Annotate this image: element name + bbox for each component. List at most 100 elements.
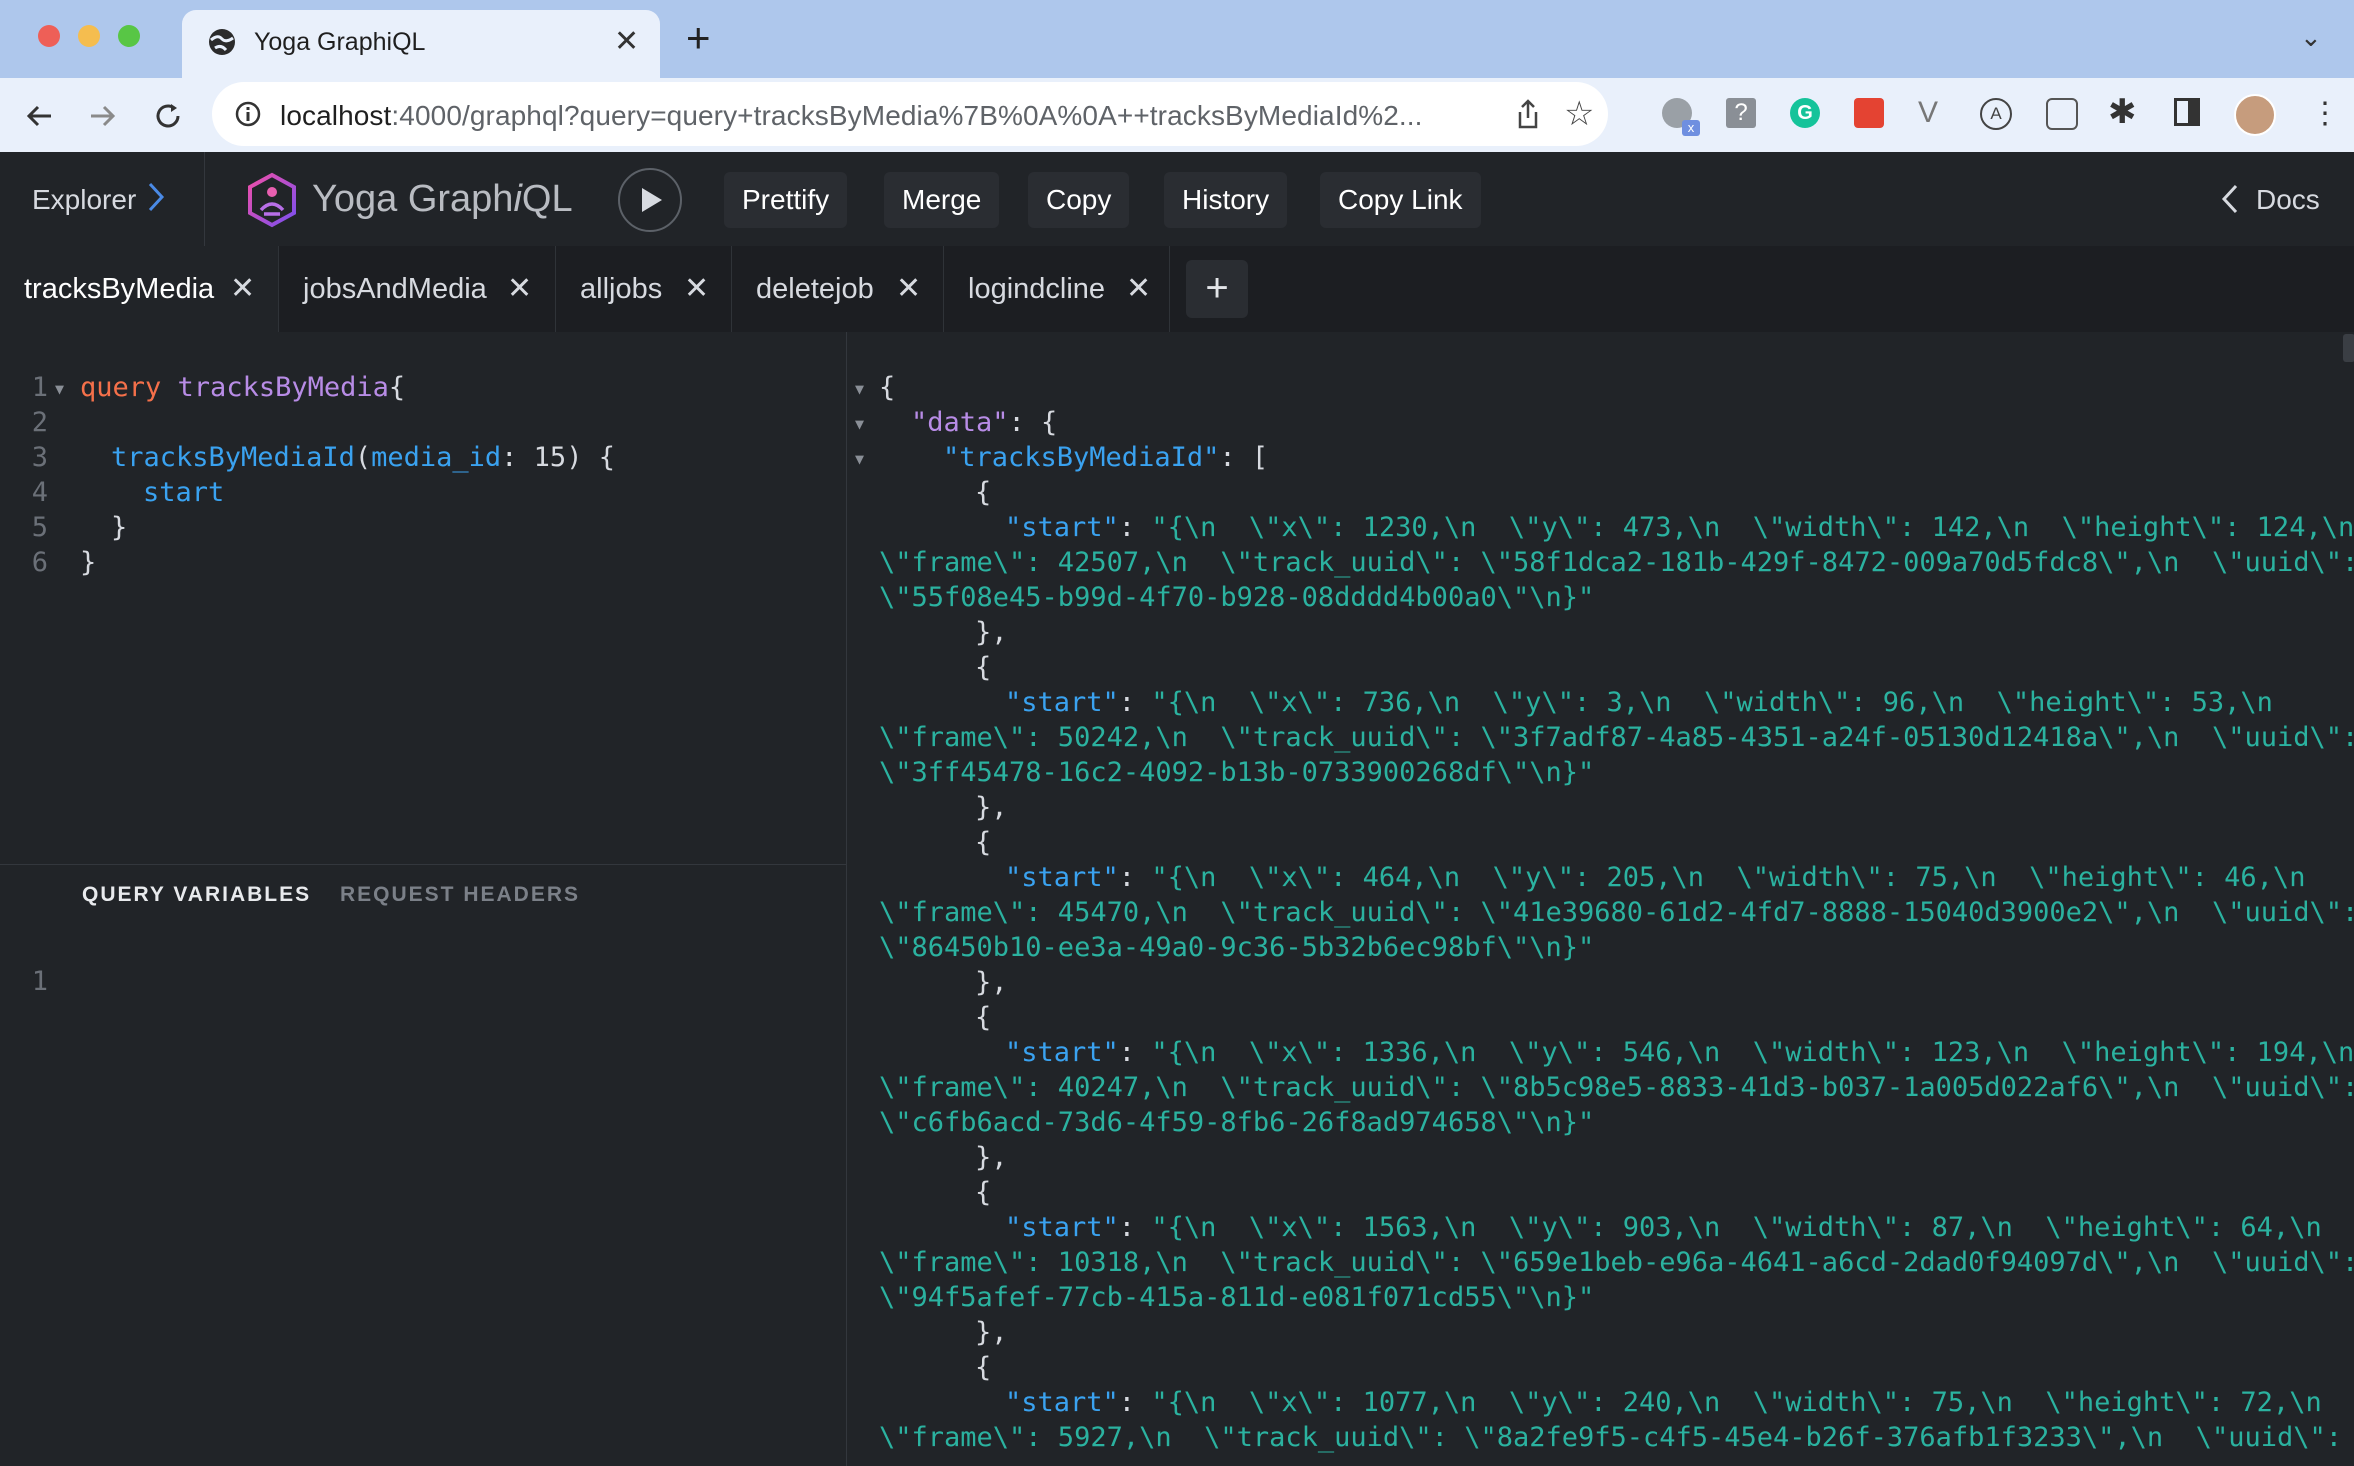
close-tab-icon[interactable]: ✕ <box>1126 246 1151 332</box>
history-button[interactable]: History <box>1164 172 1288 228</box>
json-brace: }, <box>975 1142 1008 1173</box>
json-brace: { <box>975 477 992 508</box>
code-line: start <box>143 477 225 508</box>
fold-arrow-icon[interactable]: ▼ <box>855 450 864 468</box>
json-brace: { <box>879 372 896 403</box>
fold-arrow-icon[interactable]: ▼ <box>55 380 64 398</box>
tab-label: jobsAndMedia <box>303 273 487 305</box>
globe-icon <box>206 26 238 63</box>
json-brace: { <box>975 827 992 858</box>
json-start-line: "start": "{\n \"x\": 1563,\n \"y\": 903,… <box>1005 1212 2322 1243</box>
line-number: 5 <box>31 512 48 543</box>
json-string-wrap: \"frame\": 42507,\n \"track_uuid\": \"58… <box>879 547 2354 578</box>
line-number: 2 <box>31 407 48 438</box>
merge-button[interactable]: Merge <box>884 172 1000 228</box>
chevron-right-icon <box>146 180 166 219</box>
tab-label: deletejob <box>756 273 874 305</box>
json-tracks-line: "tracksByMediaId": [ <box>943 442 1269 473</box>
browser-menu-icon[interactable]: ⋮ <box>2310 96 2340 131</box>
json-start-line: "start": "{\n \"x\": 1336,\n \"y\": 546,… <box>1005 1037 2354 1068</box>
chevron-left-icon <box>2220 182 2240 221</box>
explorer-toggle[interactable]: Explorer <box>0 152 205 246</box>
line-number: 1 <box>31 372 48 403</box>
browser-tab[interactable]: Yoga GraphiQL ✕ <box>182 10 660 78</box>
explorer-label: Explorer <box>32 184 137 215</box>
editor-tab-bar: tracksByMedia ✕ jobsAndMedia ✕ alljobs ✕… <box>0 246 2354 332</box>
side-panel-icon[interactable] <box>2174 98 2200 126</box>
address-bar[interactable]: localhost:4000/graphql?query=query+track… <box>212 82 1608 146</box>
json-string-wrap: \"frame\": 50242,\n \"track_uuid\": \"3f… <box>879 722 2354 753</box>
tab-deletejob[interactable]: deletejob ✕ <box>732 246 944 332</box>
close-tab-icon[interactable]: ✕ <box>896 246 921 332</box>
tab-request-headers[interactable]: REQUEST HEADERS <box>340 883 580 907</box>
close-tab-icon[interactable]: ✕ <box>614 24 639 59</box>
prettify-button[interactable]: Prettify <box>724 172 848 228</box>
code-line: } <box>80 547 97 578</box>
variables-editor[interactable]: 1 <box>0 924 846 1466</box>
tab-query-variables[interactable]: QUERY VARIABLES <box>82 883 311 907</box>
minimize-window-button[interactable] <box>78 25 100 47</box>
json-brace: }, <box>975 617 1008 648</box>
json-string-wrap: \"55f08e45-b99d-4f70-b928-08dddd4b00a0\"… <box>879 582 1595 613</box>
maximize-window-button[interactable] <box>118 25 140 47</box>
tab-jobsandmedia[interactable]: jobsAndMedia ✕ <box>279 246 556 332</box>
grammarly-icon[interactable]: G <box>1790 98 1820 128</box>
json-brace: { <box>975 1177 992 1208</box>
json-brace: }, <box>975 967 1008 998</box>
json-brace: { <box>975 1352 992 1383</box>
forward-arrow-icon[interactable] <box>82 96 122 136</box>
help-extension-icon[interactable]: ? <box>1726 98 1756 128</box>
tab-logindcline[interactable]: logindcline ✕ <box>944 246 1170 332</box>
new-tab-button[interactable]: + <box>686 14 711 62</box>
graphiql-header: Explorer Yoga GraphiQL Prettify Merge Co… <box>0 152 2354 247</box>
fold-arrow-icon[interactable]: ▼ <box>855 380 864 398</box>
json-string-wrap: \"c6fb6acd-73d6-4f59-8fb6-26f8ad974658\"… <box>879 1107 1595 1138</box>
json-start-line: "start": "{\n \"x\": 1077,\n \"y\": 240,… <box>1005 1387 2322 1418</box>
vue-devtools-icon[interactable]: V <box>1918 96 1938 130</box>
result-scrollbar[interactable] <box>2343 334 2354 362</box>
json-start-line: "start": "{\n \"x\": 464,\n \"y\": 205,\… <box>1005 862 2306 893</box>
fold-arrow-icon[interactable]: ▼ <box>855 415 864 433</box>
query-editor[interactable]: 1 2 3 4 5 6 ▼ query tracksByMedia{ track… <box>0 332 846 864</box>
close-tab-icon[interactable]: ✕ <box>230 246 255 332</box>
back-arrow-icon[interactable] <box>20 96 60 136</box>
execute-query-button[interactable] <box>618 168 682 232</box>
tab-label: tracksByMedia <box>24 273 215 305</box>
copy-link-button[interactable]: Copy Link <box>1320 172 1481 228</box>
close-tab-icon[interactable]: ✕ <box>507 246 532 332</box>
screen-capture-icon[interactable] <box>2046 98 2078 130</box>
close-window-button[interactable] <box>38 25 60 47</box>
puzzle-extensions-icon[interactable]: ✱ <box>2108 92 2137 132</box>
yoga-logo-icon <box>244 172 300 233</box>
result-item: { "start": "{\n \"x\": 1077,\n \"y\": 24… <box>847 1352 2354 1466</box>
tab-tracksbymedia[interactable]: tracksByMedia ✕ <box>0 246 279 332</box>
site-info-icon[interactable] <box>234 100 262 133</box>
browser-tab-strip: Yoga GraphiQL ✕ + ⌄ <box>0 0 2354 78</box>
line-number: 4 <box>31 477 48 508</box>
variables-tab-bar: QUERY VARIABLES REQUEST HEADERS <box>0 864 846 926</box>
json-start-line: "start": "{\n \"x\": 736,\n \"y\": 3,\n … <box>1005 687 2273 718</box>
line-number: 1 <box>31 966 48 997</box>
profile-avatar[interactable] <box>2234 94 2276 136</box>
tab-label: logindcline <box>968 273 1106 305</box>
json-string-wrap: \"frame\": 5927,\n \"track_uuid\": \"8a2… <box>879 1422 2342 1453</box>
code-line: query tracksByMedia{ <box>80 372 406 403</box>
reload-icon[interactable] <box>148 96 188 136</box>
tab-label: alljobs <box>580 273 663 305</box>
json-string-wrap: \"frame\": 10318,\n \"track_uuid\": \"65… <box>879 1247 2354 1278</box>
tab-search-chevron-icon[interactable]: ⌄ <box>2300 22 2322 53</box>
close-tab-icon[interactable]: ✕ <box>684 246 709 332</box>
copy-button[interactable]: Copy <box>1028 172 1130 228</box>
tab-alljobs[interactable]: alljobs ✕ <box>556 246 732 332</box>
bookmark-star-icon[interactable]: ☆ <box>1564 94 1594 134</box>
json-string-wrap: \"94f5afef-77cb-415a-811d-e081f071cd55\"… <box>879 1282 1595 1313</box>
browser-tab-title: Yoga GraphiQL <box>254 28 426 56</box>
yoga-graphiql-wordmark: Yoga GraphiQL <box>312 178 573 220</box>
play-icon <box>642 188 662 212</box>
accessibility-icon[interactable]: A <box>1980 98 2012 130</box>
json-data-line: "data": { <box>911 407 1058 438</box>
share-icon[interactable] <box>1514 98 1542 135</box>
todoist-icon[interactable] <box>1854 98 1884 128</box>
add-tab-button[interactable]: + <box>1186 260 1248 318</box>
code-line: tracksByMediaId(media_id: 15) { <box>111 442 615 473</box>
